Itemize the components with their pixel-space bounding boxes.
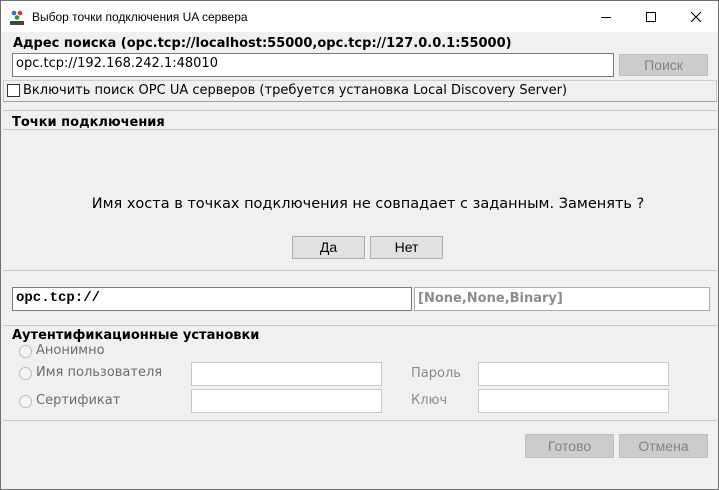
close-icon	[691, 11, 701, 22]
cancel-button[interactable]: Отмена	[619, 434, 708, 458]
maximize-icon	[646, 11, 656, 22]
search-address-input[interactable]: opc.tcp://192.168.242.1:48010	[12, 53, 614, 77]
search-button[interactable]: Поиск	[619, 54, 708, 76]
discovery-row: Включить поиск OPC UA серверов (требуетс…	[3, 80, 717, 102]
certificate-radio[interactable]	[19, 395, 32, 408]
prompt-message: Имя хоста в точках подключения не совпад…	[91, 196, 645, 212]
password-label: Пароль	[411, 366, 461, 381]
password-input[interactable]	[478, 362, 669, 386]
username-input[interactable]	[191, 362, 382, 386]
dialog-window: Выбор точки подключения UA сервера Адрес…	[0, 0, 719, 490]
done-button[interactable]: Готово	[525, 434, 614, 458]
key-input[interactable]	[478, 389, 669, 413]
close-button[interactable]	[673, 1, 719, 32]
key-label: Ключ	[411, 393, 448, 408]
minimize-icon	[601, 16, 611, 18]
anonymous-label[interactable]: Анонимно	[36, 343, 105, 358]
window-title: Выбор точки подключения UA сервера	[32, 10, 248, 24]
endpoint-url-input[interactable]: opc.tcp://	[12, 287, 412, 311]
security-mode-field: [None,None,Binary]	[414, 287, 710, 311]
title-bar[interactable]: Выбор точки подключения UA сервера	[1, 1, 718, 32]
certificate-input[interactable]	[191, 389, 382, 413]
minimize-button[interactable]	[583, 1, 629, 32]
search-address-title: Адрес поиска (opc.tcp://localhost:55000,…	[13, 36, 512, 51]
anonymous-radio[interactable]	[19, 345, 32, 358]
username-radio[interactable]	[19, 367, 32, 380]
no-button[interactable]: Нет	[370, 236, 443, 259]
maximize-button[interactable]	[628, 1, 674, 32]
auth-title: Аутентификационные установки	[12, 328, 260, 343]
discovery-checkbox-label[interactable]: Включить поиск OPC UA серверов (требуетс…	[23, 83, 567, 98]
endpoints-title: Точки подключения	[12, 115, 165, 130]
username-label[interactable]: Имя пользователя	[36, 365, 162, 380]
certificate-label[interactable]: Сертификат	[36, 393, 120, 408]
yes-button[interactable]: Да	[292, 236, 365, 259]
divider	[3, 110, 717, 111]
discovery-checkbox[interactable]	[7, 84, 20, 97]
opc-app-icon	[10, 10, 24, 25]
